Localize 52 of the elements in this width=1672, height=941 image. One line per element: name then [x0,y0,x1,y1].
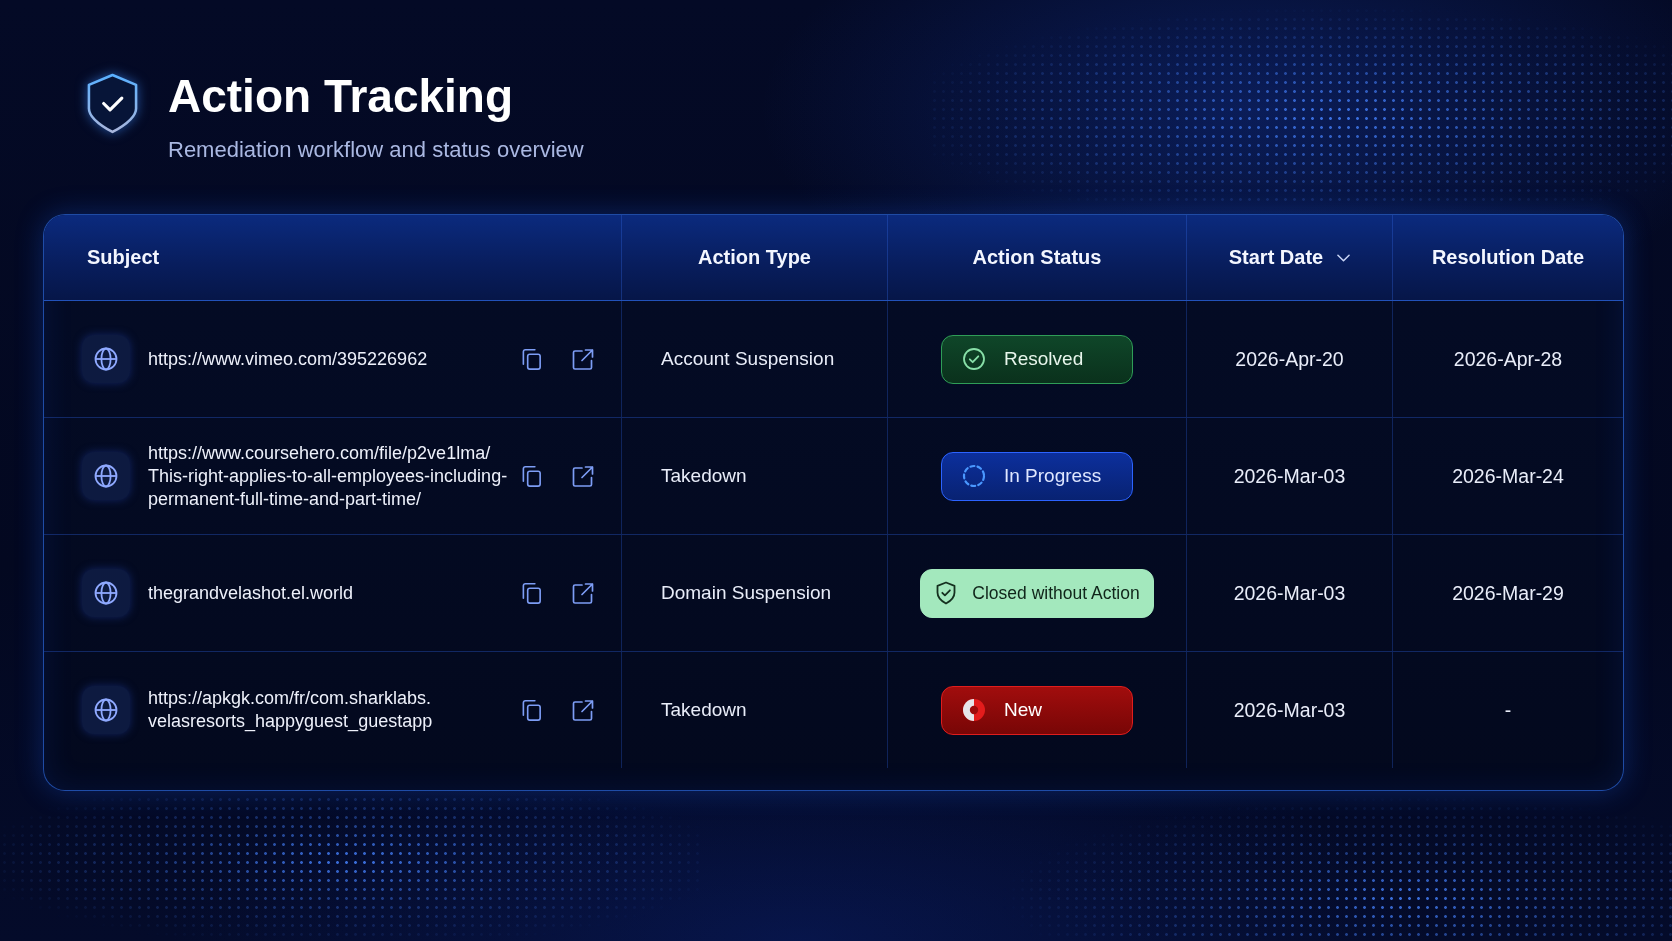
copy-button[interactable] [521,581,543,605]
status-label: In Progress [1004,465,1102,487]
globe-icon [82,335,130,383]
external-link-icon [572,581,594,605]
external-link-icon [572,698,594,722]
shield-check-icon [85,72,140,135]
url-text: thegrandvelashot.el.world [148,581,355,605]
table-cell-text: 2026-Apr-28 [1452,346,1564,372]
globe-icon [82,452,130,500]
open-link-button[interactable] [572,347,594,371]
status-label: New [1004,699,1042,721]
copy-button[interactable] [521,347,543,371]
url-text: https://apkgk.com/fr/com.sharklabs. velasresorts_happyguest_guestapp [148,687,434,733]
status-label: Closed without Action [972,582,1140,604]
globe-icon [82,686,130,734]
table-cell-text: - [1503,697,1513,723]
globe-icon [82,569,130,617]
url-text: https://www.coursehero.com/file/p2ve1lma/ This-right-applies-to-all-employees-including- permanent-full-time-and-part-time/ [148,441,509,511]
copy-icon [521,581,543,605]
external-link-icon [572,347,594,371]
table-cell: Takedown [622,652,888,768]
url-text: https://www.vimeo.com/395226962 [148,347,429,371]
status-label: Resolved [1004,348,1084,370]
chevron-down-icon[interactable] [1337,253,1351,262]
copy-button[interactable] [521,698,543,722]
table-cell: 2026-Apr-20 [1187,301,1393,417]
copy-icon [521,464,543,488]
page-title: Action Tracking [168,70,515,122]
page-subtitle: Remediation workflow and status overview [168,136,584,164]
copy-button[interactable] [521,464,543,488]
table-cell: 2026-Mar-03 [1187,535,1393,651]
table-cell: 2026-Mar-03 [1187,652,1393,768]
column-header: Action Status [972,246,1102,269]
open-link-button[interactable] [572,698,594,722]
external-link-icon [572,464,594,488]
half-circle-icon [962,698,986,722]
check-circle-icon [962,347,986,371]
open-link-button[interactable] [572,581,594,605]
table-cell: 2026-Mar-03 [1187,418,1393,534]
copy-icon [521,698,543,722]
table-cell-text: 2026-Mar-29 [1451,580,1565,606]
dashed-ring-icon [962,464,986,488]
table-cell-text: 2026-Mar-24 [1451,463,1565,489]
copy-icon [521,347,543,371]
column-header: Resolution Date [1431,246,1585,269]
column-header: Action Type [698,246,811,269]
table-cell: Takedown [622,418,888,534]
column-header: Start Date [1228,246,1324,269]
open-link-button[interactable] [572,464,594,488]
column-header: Subject [87,246,160,269]
table-cell: Account Suspension [622,301,888,417]
table-cell: Domain Suspension [622,535,888,651]
